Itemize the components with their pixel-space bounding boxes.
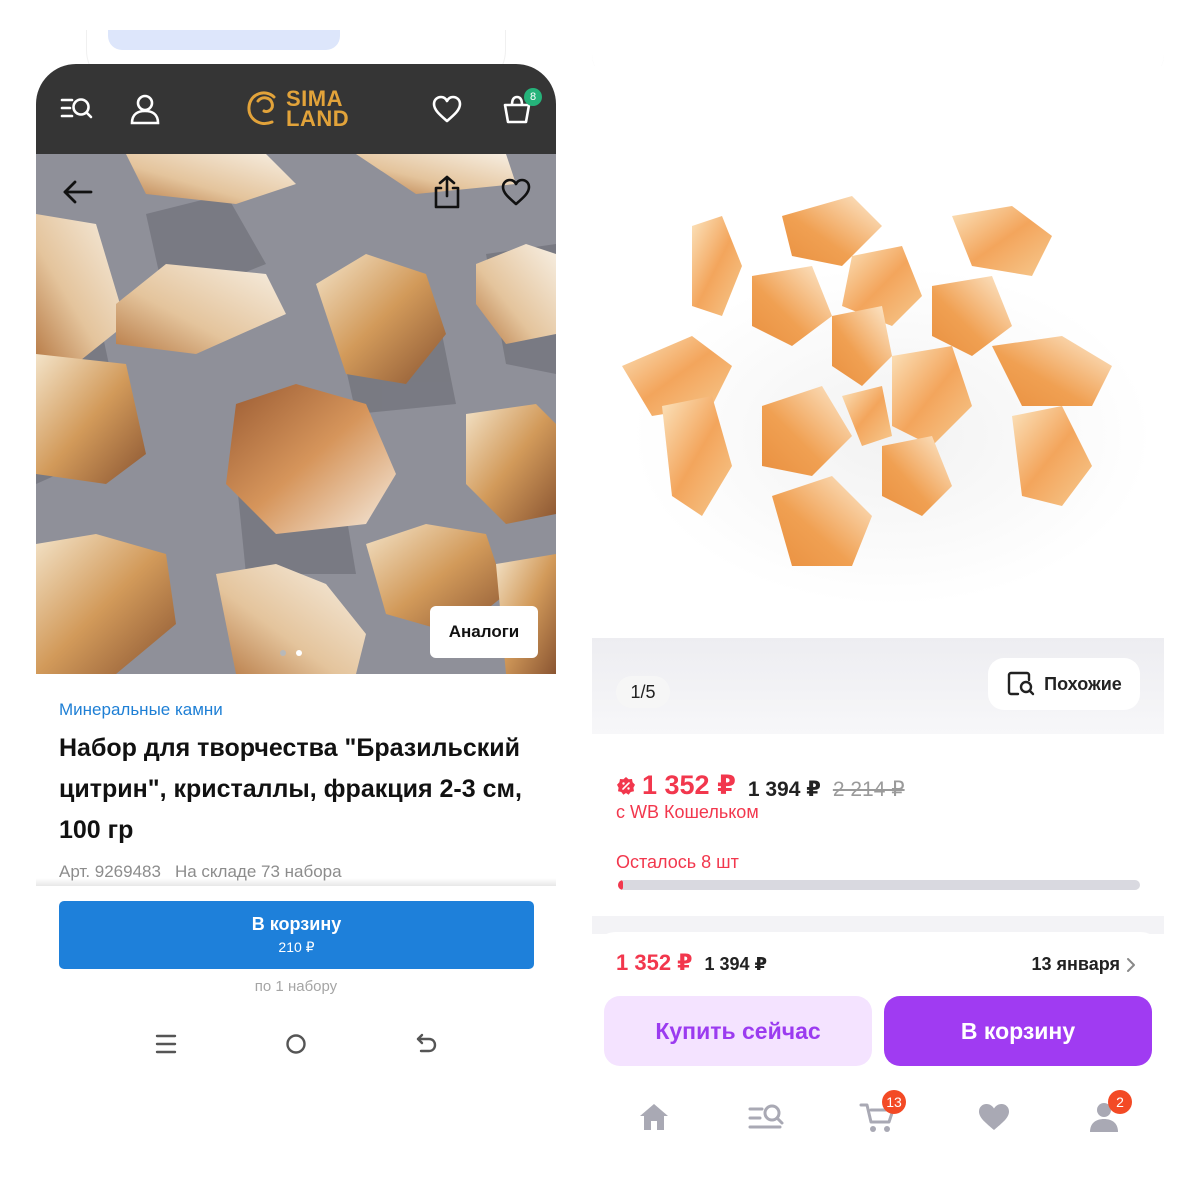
home-circle-icon[interactable] [276, 1024, 316, 1064]
previous-screen-search-pill [108, 30, 340, 50]
regular-price: 1 394 ₽ [747, 777, 821, 801]
heart-outline-icon[interactable] [496, 172, 536, 212]
add-to-cart-price: 210 ₽ [278, 939, 315, 955]
similar-label: Похожие [1044, 673, 1122, 694]
buy-old-price: 1 394 ₽ [704, 954, 768, 974]
heart-icon[interactable] [964, 1092, 1024, 1142]
product-photo[interactable] [592, 66, 1164, 638]
stock-progress-fill [618, 880, 624, 890]
gallery-dot[interactable] [280, 650, 286, 656]
stock-progress-bar [618, 880, 1140, 890]
delivery-date-text: 13 января [1031, 954, 1121, 974]
app-header: SIMA LAND 8 [36, 64, 556, 154]
crossed-price: 2 214 ₽ [832, 777, 905, 801]
add-to-cart-label: В корзину [251, 914, 342, 934]
category-link[interactable]: Минеральные камни [59, 700, 223, 720]
cart-icon[interactable]: 13 [848, 1090, 908, 1142]
cart-count-badge: 13 [882, 1090, 906, 1114]
back-icon[interactable] [406, 1024, 446, 1064]
user-icon[interactable] [122, 86, 168, 132]
catalog-search-icon[interactable] [54, 86, 100, 132]
sima-land-screen: SIMA LAND 8 Аналоги Минеральные камни На… [36, 30, 556, 1080]
per-unit-note: по 1 набору [254, 978, 338, 995]
buy-panel: 1 352 ₽ 1 394 ₽ 13 января Купить сейчас … [592, 932, 1164, 1082]
menu-icon[interactable] [146, 1024, 186, 1064]
gallery-dots [280, 650, 302, 656]
analogs-button[interactable]: Аналоги [430, 606, 538, 658]
stock-left: Осталось 8 шт [616, 852, 739, 872]
logo-text-line-2: LAND [286, 106, 350, 131]
citrine-crystals-image [592, 66, 1164, 638]
share-icon[interactable] [427, 172, 467, 212]
citrine-crystals-image [36, 154, 556, 674]
logo-emblem-icon [247, 91, 276, 125]
product-title: Набор для творчества "Бразильский цитрин… [59, 734, 522, 844]
cart-icon[interactable]: 8 [494, 86, 542, 132]
product-photo[interactable] [36, 154, 556, 674]
catalog-icon[interactable] [736, 1092, 796, 1142]
delivery-date[interactable]: 13 января [1032, 954, 1137, 975]
profile-icon[interactable]: 2 [1074, 1090, 1134, 1142]
sheet-shadow [36, 878, 556, 886]
price-card: 1 352 ₽ 1 394 ₽ 2 214 ₽ с WB Кошельком О… [592, 736, 1164, 916]
similar-button[interactable]: Похожие [988, 658, 1140, 710]
price-row: 1 352 ₽ 1 394 ₽ 2 214 ₽ [616, 770, 905, 802]
sima-land-logo[interactable]: SIMA LAND [244, 84, 349, 134]
add-to-cart-button[interactable]: В корзину 210 ₽ [59, 901, 534, 969]
chevron-right-icon [1127, 957, 1135, 972]
wallet-note[interactable]: с WB Кошельком [616, 802, 759, 823]
heart-icon[interactable] [424, 86, 470, 132]
wallet-price: 1 352 ₽ [616, 770, 736, 801]
bottom-nav: 13 2 [592, 1082, 1164, 1150]
system-nav-bar [36, 1024, 556, 1064]
discount-icon [617, 776, 635, 795]
cart-count-badge: 8 [524, 88, 542, 106]
buy-now-button[interactable]: Купить сейчас [604, 996, 872, 1066]
profile-badge: 2 [1108, 1090, 1132, 1114]
buy-price: 1 352 ₽ [616, 950, 693, 975]
back-arrow-icon[interactable] [58, 172, 98, 212]
home-icon[interactable] [624, 1092, 684, 1142]
add-to-cart-button[interactable]: В корзину [884, 996, 1152, 1066]
search-similar-icon [1007, 671, 1035, 696]
buy-row: 1 352 ₽ 1 394 ₽ 13 января [616, 950, 1136, 976]
gallery-dot-active[interactable] [296, 650, 302, 656]
gallery-counter: 1/5 [616, 676, 670, 708]
wallet-price-value: 1 352 ₽ [642, 770, 736, 800]
wildberries-screen: 1/5 Похожие 1 352 ₽ 1 394 ₽ 2 214 ₽ с WB… [592, 30, 1164, 1150]
